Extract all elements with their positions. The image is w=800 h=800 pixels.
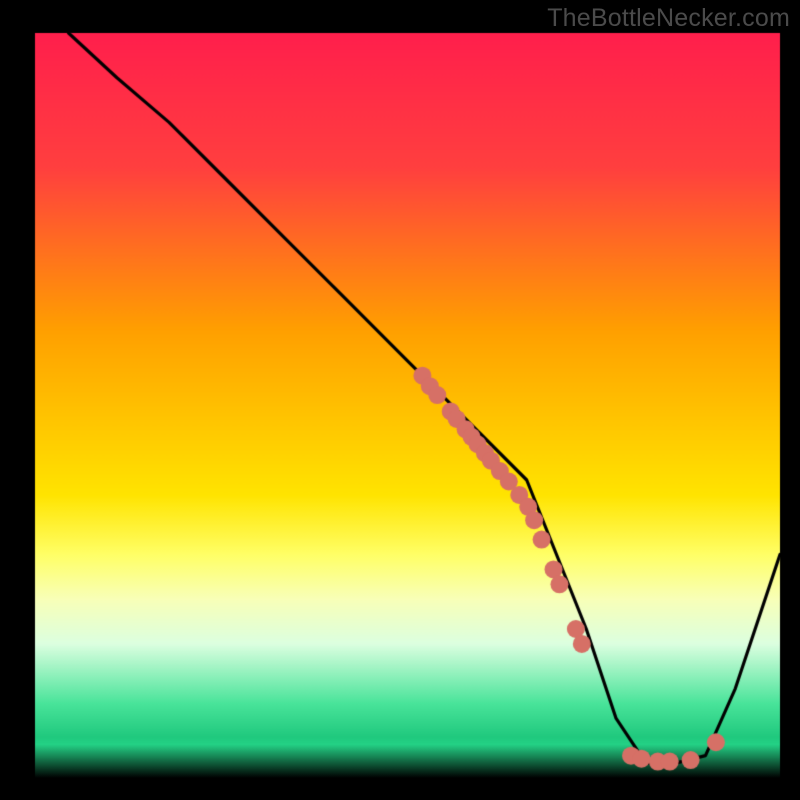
plot-layer	[0, 0, 800, 800]
watermark-text: TheBottleNecker.com	[547, 4, 790, 33]
chart-container: TheBottleNecker.com	[0, 0, 800, 800]
